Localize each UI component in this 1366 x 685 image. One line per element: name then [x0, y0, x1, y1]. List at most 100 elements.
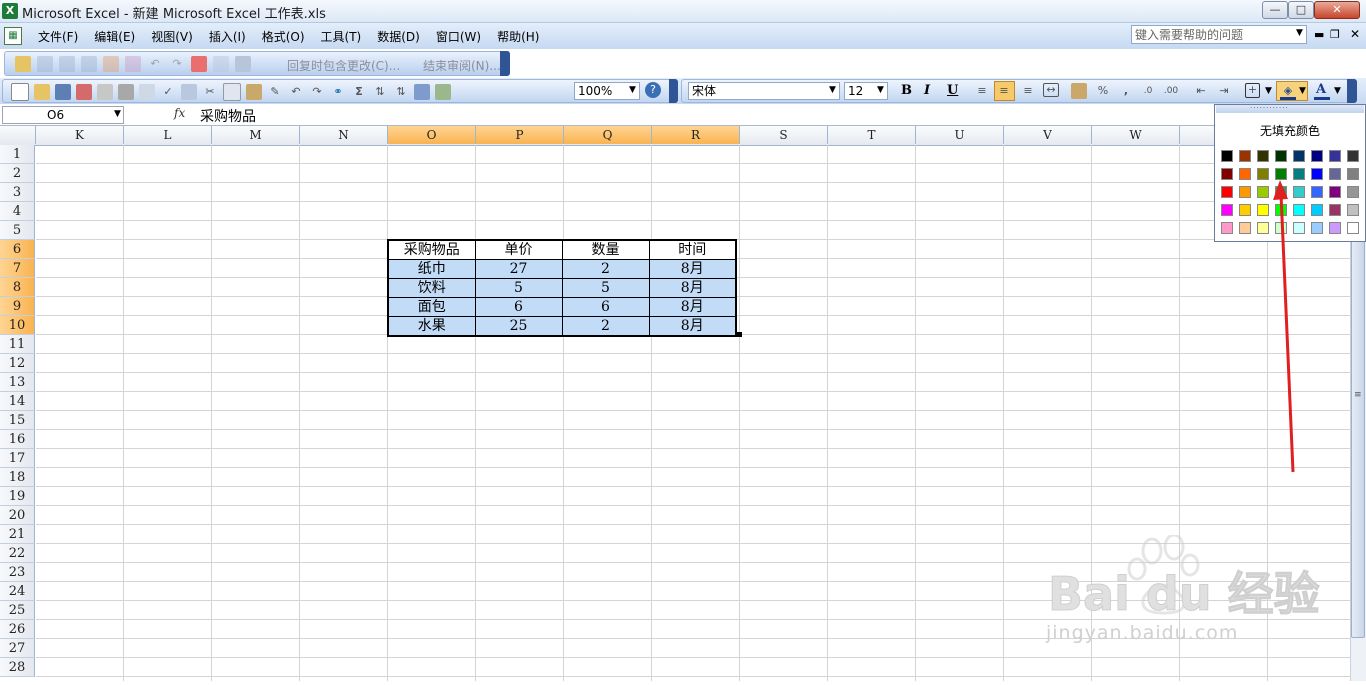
color-swatch[interactable] — [1329, 222, 1341, 234]
help-dropdown-icon[interactable]: ▼ — [1296, 28, 1303, 38]
percent-icon[interactable]: % — [1095, 83, 1111, 99]
color-swatch[interactable] — [1329, 186, 1341, 198]
name-box-dropdown-icon[interactable]: ▼ — [114, 109, 121, 119]
research-icon[interactable] — [181, 84, 197, 100]
new-comment-icon[interactable] — [191, 56, 207, 72]
font-name-select[interactable]: 宋体 — [688, 82, 840, 100]
color-swatch[interactable] — [1239, 150, 1251, 162]
align-left-icon[interactable]: ≡ — [974, 83, 990, 99]
table-cell[interactable]: 饮料 — [387, 278, 476, 298]
color-swatch[interactable] — [1221, 222, 1233, 234]
color-swatch[interactable] — [1239, 204, 1251, 216]
column-header-w[interactable]: W — [1092, 126, 1180, 144]
row-header-12[interactable]: 12 — [0, 354, 35, 373]
menu-item-7[interactable]: 窗口(W) — [428, 28, 489, 45]
document-restore-icon[interactable]: ❐ — [1330, 28, 1340, 41]
color-swatch[interactable] — [1221, 204, 1233, 216]
row-header-24[interactable]: 24 — [0, 582, 35, 601]
excel-app-icon[interactable]: X — [2, 3, 18, 19]
color-swatch[interactable] — [1221, 186, 1233, 198]
table-cell[interactable]: 8月 — [648, 297, 737, 317]
open-icon[interactable] — [34, 84, 50, 100]
row-header-4[interactable]: 4 — [0, 202, 35, 221]
color-swatch[interactable] — [1257, 222, 1269, 234]
row-header-13[interactable]: 13 — [0, 373, 35, 392]
column-header-m[interactable]: M — [212, 126, 300, 144]
color-swatch[interactable] — [1347, 186, 1359, 198]
row-header-23[interactable]: 23 — [0, 563, 35, 582]
reply-with-changes-button[interactable]: 回复时包含更改(C)... — [287, 57, 400, 74]
formula-input[interactable]: 采购物品 — [200, 106, 256, 126]
row-header-11[interactable]: 11 — [0, 335, 35, 354]
document-close-icon[interactable]: ✕ — [1350, 27, 1360, 41]
color-swatch[interactable] — [1239, 186, 1251, 198]
color-swatch[interactable] — [1257, 168, 1269, 180]
color-swatch[interactable] — [1329, 204, 1341, 216]
row-header-10[interactable]: 10 — [0, 316, 35, 335]
end-review-button[interactable]: 结束审阅(N)... — [423, 57, 501, 74]
email-icon[interactable] — [97, 84, 113, 100]
help-icon[interactable]: ? — [645, 82, 661, 98]
comment-icon[interactable] — [125, 56, 141, 72]
row-header-27[interactable]: 27 — [0, 639, 35, 658]
paste-icon[interactable] — [246, 84, 262, 100]
color-swatch[interactable] — [1257, 186, 1269, 198]
menu-item-0[interactable]: 文件(F) — [30, 28, 86, 45]
mail-review-icon[interactable] — [59, 56, 75, 72]
row-header-19[interactable]: 19 — [0, 487, 35, 506]
mail-recipient-icon[interactable] — [37, 56, 53, 72]
color-swatch[interactable] — [1257, 204, 1269, 216]
row-header-28[interactable]: 28 — [0, 658, 35, 677]
row-header-16[interactable]: 16 — [0, 430, 35, 449]
color-swatch[interactable] — [1311, 150, 1323, 162]
row-header-22[interactable]: 22 — [0, 544, 35, 563]
drawing-icon[interactable] — [435, 84, 451, 100]
redo-review-icon[interactable]: ↷ — [169, 56, 185, 72]
font-size-dropdown-icon[interactable]: ▼ — [877, 85, 884, 95]
column-header-s[interactable]: S — [740, 126, 828, 144]
toolbar-options-handle[interactable] — [500, 51, 510, 76]
row-header-25[interactable]: 25 — [0, 601, 35, 620]
print-icon[interactable] — [118, 84, 134, 100]
comma-style-icon[interactable]: , — [1118, 83, 1134, 99]
menu-item-6[interactable]: 数据(D) — [369, 28, 428, 45]
column-header-p[interactable]: P — [476, 126, 564, 144]
borders-dropdown-icon[interactable]: ▼ — [1265, 86, 1272, 96]
menu-item-3[interactable]: 插入(I) — [201, 28, 254, 45]
column-header-q[interactable]: Q — [564, 126, 652, 144]
color-swatch[interactable] — [1311, 222, 1323, 234]
font-color-dropdown-icon[interactable]: ▼ — [1334, 86, 1341, 96]
table-cell[interactable]: 水果 — [387, 316, 476, 337]
no-fill-option[interactable]: 无填充颜色 — [1214, 122, 1366, 139]
menu-item-5[interactable]: 工具(T) — [313, 28, 370, 45]
decrease-indent-icon[interactable]: ⇤ — [1193, 83, 1209, 99]
cut-icon[interactable]: ✂ — [202, 84, 218, 100]
table-header-cell[interactable]: 采购物品 — [387, 239, 476, 260]
color-swatch[interactable] — [1347, 150, 1359, 162]
increase-indent-icon[interactable]: ⇥ — [1216, 83, 1232, 99]
select-all-corner[interactable] — [0, 126, 36, 144]
delete-comment-icon[interactable] — [213, 56, 229, 72]
permission-icon[interactable] — [76, 84, 92, 100]
decrease-decimal-icon[interactable]: .00 — [1163, 83, 1179, 99]
table-header-cell[interactable]: 时间 — [648, 239, 737, 260]
table-cell[interactable]: 8月 — [648, 278, 737, 298]
show-all-comments-icon[interactable] — [235, 56, 251, 72]
borders-icon[interactable]: + — [1245, 83, 1260, 98]
table-cell[interactable]: 面包 — [387, 297, 476, 317]
color-swatch[interactable] — [1347, 204, 1359, 216]
table-cell[interactable]: 6 — [561, 297, 650, 317]
column-header-v[interactable]: V — [1004, 126, 1092, 144]
table-header-cell[interactable]: 数量 — [561, 239, 650, 260]
sort-ascending-icon[interactable]: ⇅ — [372, 84, 388, 100]
menu-item-1[interactable]: 编辑(E) — [86, 28, 143, 45]
minimize-button[interactable]: — — [1262, 1, 1288, 19]
chart-wizard-icon[interactable] — [414, 84, 430, 100]
row-header-1[interactable]: 1 — [0, 145, 35, 164]
row-header-5[interactable]: 5 — [0, 221, 35, 240]
row-header-20[interactable]: 20 — [0, 506, 35, 525]
bold-button[interactable]: B — [901, 83, 912, 98]
row-header-18[interactable]: 18 — [0, 468, 35, 487]
undo-icon[interactable]: ↶ — [288, 84, 304, 100]
table-cell[interactable]: 5 — [474, 278, 563, 298]
